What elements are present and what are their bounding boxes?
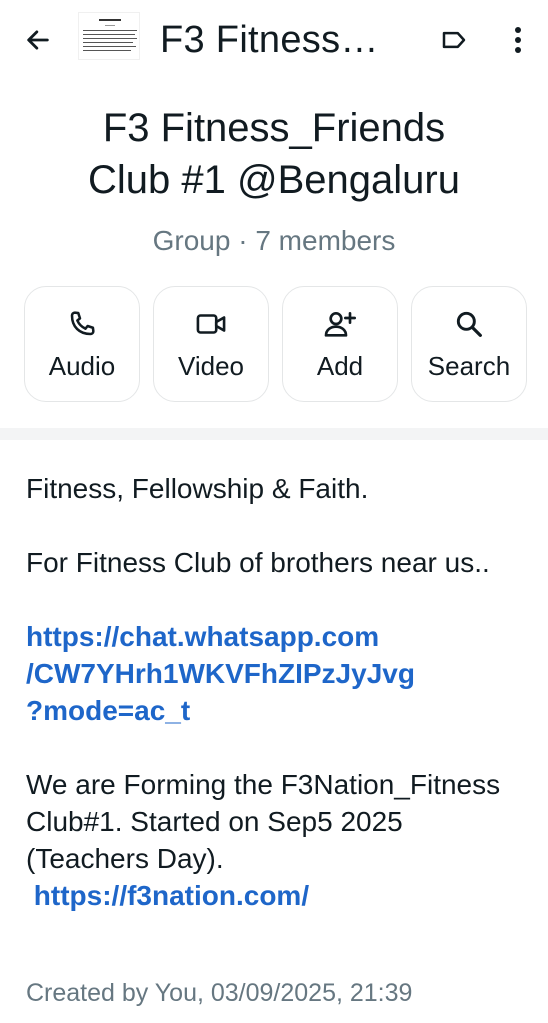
description-line: We are Forming the F3Nation_Fitness Club…: [26, 769, 501, 874]
search-icon: [456, 311, 482, 337]
f3nation-link[interactable]: https://f3nation.com/: [34, 880, 309, 911]
phone-icon: [70, 311, 95, 336]
description-line: Fitness, Fellowship & Faith.: [26, 473, 369, 504]
search-button[interactable]: Search: [411, 286, 527, 402]
search-label: Search: [427, 351, 511, 381]
more-vertical-icon: [515, 27, 521, 53]
group-name-line-2: Club #1 @Bengaluru: [88, 158, 460, 202]
video-label: Video: [177, 351, 245, 381]
back-button[interactable]: [16, 20, 60, 60]
add-label: Add: [316, 351, 364, 381]
arrow-left-icon: [27, 30, 49, 50]
audio-call-button[interactable]: Audio: [24, 286, 140, 402]
video-call-button[interactable]: Video: [153, 286, 269, 402]
label-button[interactable]: [436, 22, 472, 58]
more-options-button[interactable]: [500, 22, 536, 58]
app-bar-title[interactable]: F3 Fitness…: [160, 16, 379, 64]
group-name[interactable]: F3 Fitness_Friends Club #1 @Bengaluru: [0, 102, 548, 206]
video-icon: [196, 314, 226, 334]
invite-link-part: https://chat.whatsapp.com: [26, 621, 380, 652]
audio-label: Audio: [48, 351, 116, 381]
invite-link-part: /CW7YHrh1WKVFhZIPzJyJvg: [26, 658, 415, 689]
group-avatar[interactable]: [78, 12, 140, 60]
action-row: Audio Video Add Search: [24, 286, 528, 402]
invite-link-part: ?mode=ac_t: [26, 695, 191, 726]
invite-link[interactable]: https://chat.whatsapp.com /CW7YHrh1WKVFh…: [26, 618, 526, 729]
add-person-icon: [324, 312, 356, 337]
section-divider: [0, 428, 548, 440]
created-info: Created by You, 03/09/2025, 21:39: [26, 979, 413, 1007]
add-member-button[interactable]: Add: [282, 286, 398, 402]
group-name-line-1: F3 Fitness_Friends: [102, 106, 446, 150]
app-bar: F3 Fitness…: [0, 0, 548, 80]
description-line: For Fitness Club of brothers near us..: [26, 547, 490, 578]
label-tag-icon: [442, 31, 466, 49]
group-subtitle: Group · 7 members: [152, 225, 396, 256]
group-description: Fitness, Fellowship & Faith. For Fitness…: [26, 470, 526, 914]
